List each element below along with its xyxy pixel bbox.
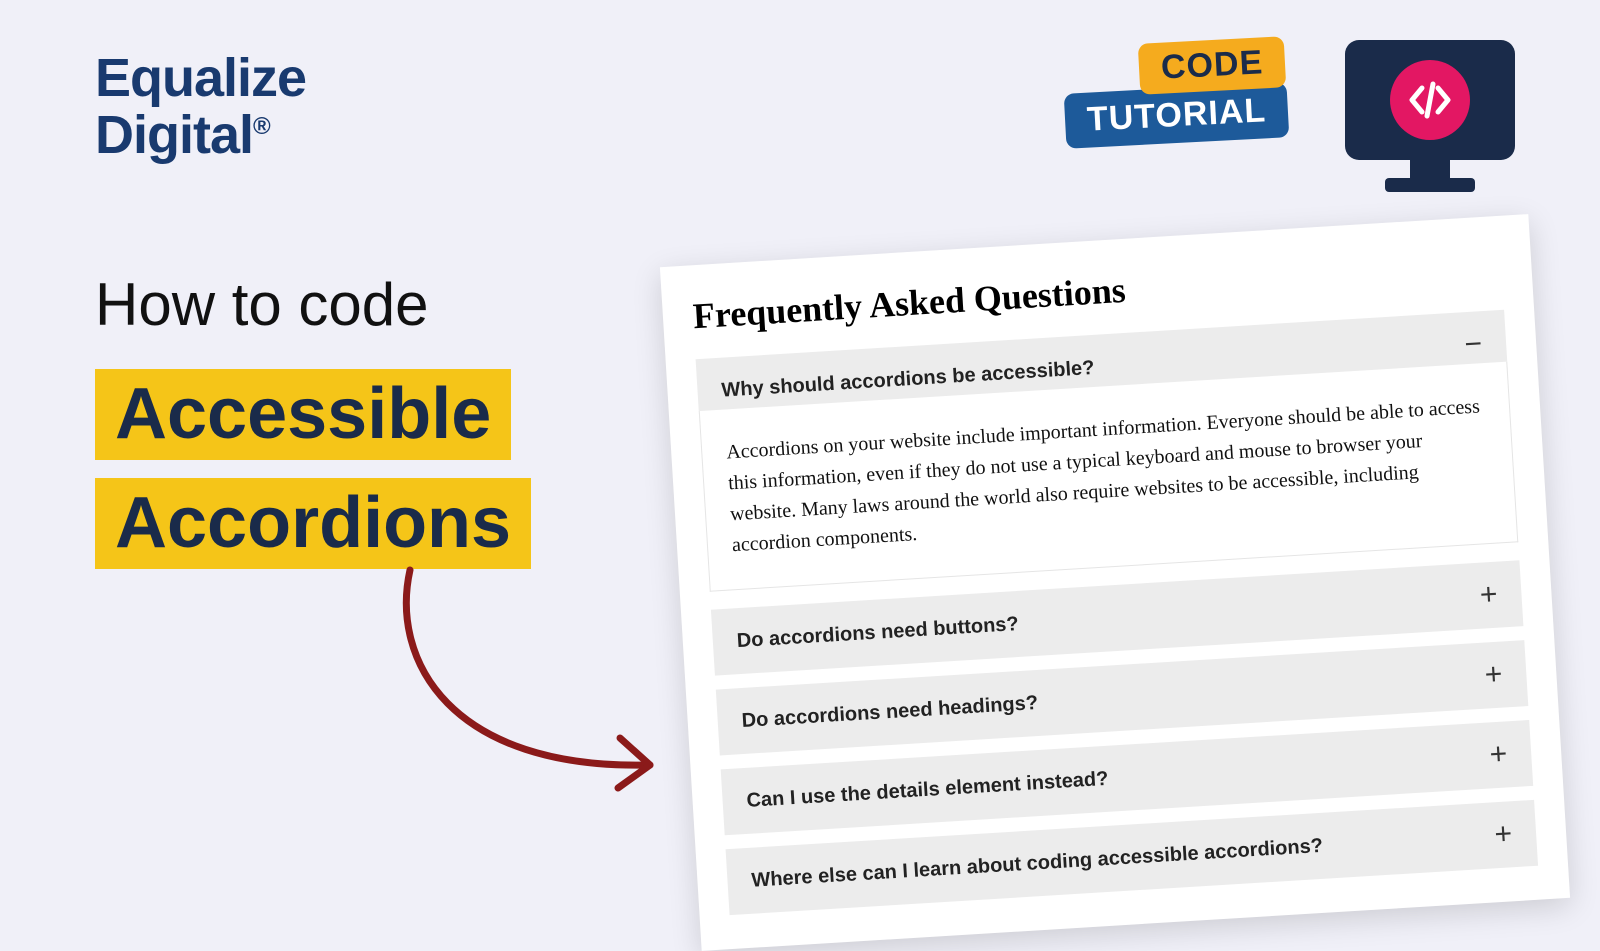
faq-question-5: Where else can I learn about coding acce… <box>751 834 1324 892</box>
title-intro: How to code <box>95 270 531 339</box>
code-badge: CODE <box>1138 36 1287 95</box>
registered-mark: ® <box>253 113 270 140</box>
collapse-icon: − <box>1464 329 1483 360</box>
page-title: How to code Accessible Accordions <box>95 270 531 587</box>
expand-icon: + <box>1489 739 1508 770</box>
badge-group: CODE TUTORIAL <box>1065 40 1515 190</box>
monitor-base <box>1385 178 1475 192</box>
monitor-screen <box>1345 40 1515 160</box>
code-slash-icon <box>1390 60 1470 140</box>
expand-icon: + <box>1494 819 1513 850</box>
logo-line2: Digital® <box>95 107 306 164</box>
monitor-stand <box>1410 160 1450 178</box>
faq-question-2: Do accordions need buttons? <box>736 612 1019 652</box>
title-highlight-2: Accordions <box>95 478 531 569</box>
faq-question-4: Can I use the details element instead? <box>746 767 1109 812</box>
brand-logo: Equalize Digital® <box>95 50 306 163</box>
badge-stack: CODE TUTORIAL <box>1065 40 1315 150</box>
expand-icon: + <box>1484 660 1503 691</box>
logo-line1: Equalize <box>95 50 306 107</box>
faq-question-3: Do accordions need headings? <box>741 691 1039 732</box>
faq-panel: Frequently Asked Questions Why should ac… <box>660 214 1570 951</box>
curved-arrow-icon <box>370 560 700 810</box>
title-highlight-1: Accessible <box>95 369 511 460</box>
monitor-icon <box>1345 40 1515 190</box>
expand-icon: + <box>1479 580 1498 611</box>
